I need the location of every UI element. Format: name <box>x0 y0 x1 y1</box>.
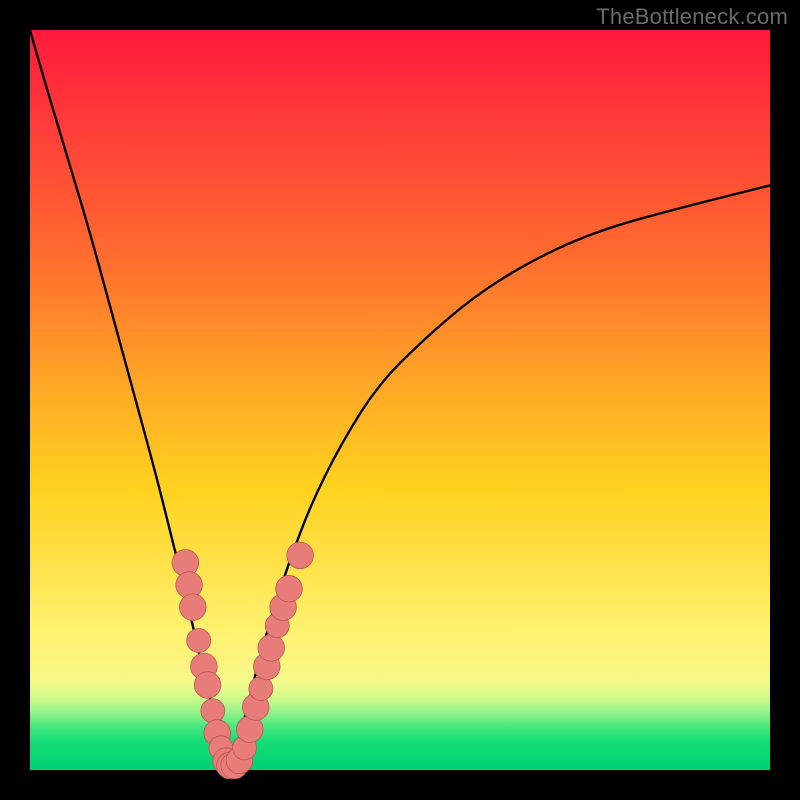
curve-marker <box>201 699 225 723</box>
chart-frame: TheBottleneck.com <box>0 0 800 800</box>
curve-marker <box>187 629 211 653</box>
curve-marker <box>276 575 303 602</box>
curve-marker <box>258 635 285 662</box>
watermark-text: TheBottleneck.com <box>596 4 788 30</box>
curve-marker <box>194 672 221 699</box>
bottleneck-curve <box>30 30 770 764</box>
curve-marker <box>287 542 314 569</box>
plot-area <box>30 30 770 770</box>
curve-marker <box>180 594 207 621</box>
curve-svg <box>30 30 770 770</box>
curve-markers <box>172 542 313 779</box>
curve-marker <box>249 677 273 701</box>
